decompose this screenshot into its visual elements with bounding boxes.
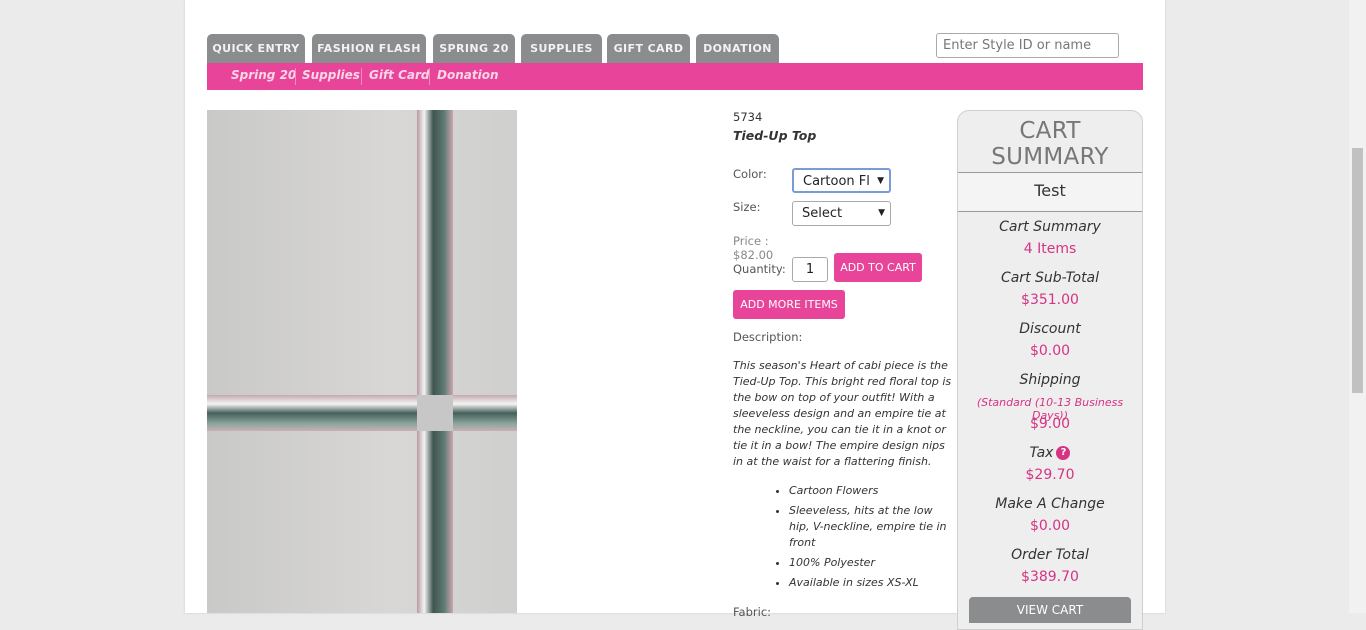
order-total-value: $389.70 [1021, 569, 1079, 585]
quantity-input[interactable]: 1 [792, 257, 828, 282]
size-select[interactable]: Select ▼ [792, 201, 891, 226]
sub-nav-bar: Spring 20 Supplies Gift Card Donation [207, 63, 1143, 90]
subtotal-label: Cart Sub-Total [1000, 270, 1100, 286]
subtotal-value: $351.00 [1021, 292, 1079, 308]
tab-donation[interactable]: DONATION [696, 34, 779, 63]
chevron-down-icon: ▼ [878, 208, 885, 218]
product-style-id: 5734 [733, 110, 763, 124]
cart-user-name: Test [958, 172, 1142, 212]
page-container: QUICK ENTRY FASHION FLASH SPRING 20 SUPP… [185, 0, 1165, 630]
page-scrollbar[interactable] [1349, 0, 1366, 613]
chevron-down-icon: ▼ [877, 176, 884, 186]
subnav-divider [295, 68, 296, 85]
list-item: Available in sizes XS-XL [789, 575, 955, 591]
subnav-divider [361, 68, 362, 85]
subnav-item-supplies[interactable]: Supplies [302, 63, 360, 90]
shipping-label: Shipping [1019, 372, 1081, 388]
list-item: Cartoon Flowers [789, 483, 955, 499]
tax-value: $29.70 [1025, 467, 1075, 483]
discount-label: Discount [1019, 321, 1081, 337]
tab-gift-card[interactable]: GIFT CARD [607, 34, 690, 63]
list-item: Sleeveless, hits at the low hip, V-neckl… [789, 503, 955, 551]
add-to-cart-button[interactable]: ADD TO CART [834, 253, 922, 282]
tab-quick-entry[interactable]: QUICK ENTRY [207, 34, 305, 63]
style-search-input[interactable] [936, 33, 1119, 58]
color-label: Color: [733, 167, 767, 181]
shipping-value: $9.00 [1029, 416, 1071, 432]
view-cart-button[interactable]: VIEW CART [969, 597, 1131, 623]
help-icon[interactable]: ? [1056, 446, 1071, 460]
tab-fashion-flash[interactable]: FASHION FLASH [312, 34, 426, 63]
cart-summary-panel: CART SUMMARY Test Cart Summary 4 Items C… [957, 110, 1143, 630]
color-select-value: Cartoon Flowers [803, 174, 869, 189]
product-name: Tied-Up Top [733, 128, 817, 143]
tax-label: Tax [1029, 445, 1054, 461]
subnav-divider [429, 68, 430, 85]
cart-summary-title: CART SUMMARY [991, 118, 1109, 170]
cart-items-value: 4 Items [1023, 241, 1077, 257]
quantity-value: 1 [805, 262, 815, 277]
color-select[interactable]: Cartoon Flowers ▼ [792, 168, 891, 193]
quantity-label: Quantity: [733, 262, 786, 276]
discount-value: $0.00 [1029, 343, 1071, 359]
subnav-item-donation[interactable]: Donation [437, 63, 498, 90]
list-item: 100% Polyester [789, 555, 955, 571]
add-more-items-button[interactable]: ADD MORE ITEMS [733, 290, 845, 319]
description-label: Description: [733, 330, 803, 344]
product-image [207, 110, 517, 613]
product-price: Price : $82.00 [733, 234, 774, 262]
make-a-change-label: Make A Change [995, 496, 1105, 512]
tax-label-row: Tax? [958, 445, 1142, 461]
product-photo [207, 110, 517, 613]
make-a-change-value: $0.00 [1029, 518, 1071, 534]
subnav-item-spring-20[interactable]: Spring 20 [231, 63, 296, 90]
tab-spring-20[interactable]: SPRING 20 [433, 34, 515, 63]
cart-items-label: Cart Summary [999, 219, 1101, 235]
size-label: Size: [733, 200, 761, 214]
scrollbar-thumb[interactable] [1352, 148, 1363, 393]
fabric-label: Fabric: [733, 605, 772, 619]
product-features-list: Cartoon Flowers Sleeveless, hits at the … [733, 483, 955, 595]
product-description: This season's Heart of cabi piece is the… [733, 359, 952, 468]
size-select-value: Select [802, 206, 843, 221]
order-total-label: Order Total [1011, 547, 1089, 563]
tab-supplies[interactable]: SUPPLIES [521, 34, 602, 63]
subnav-item-gift-card[interactable]: Gift Card [369, 63, 430, 90]
